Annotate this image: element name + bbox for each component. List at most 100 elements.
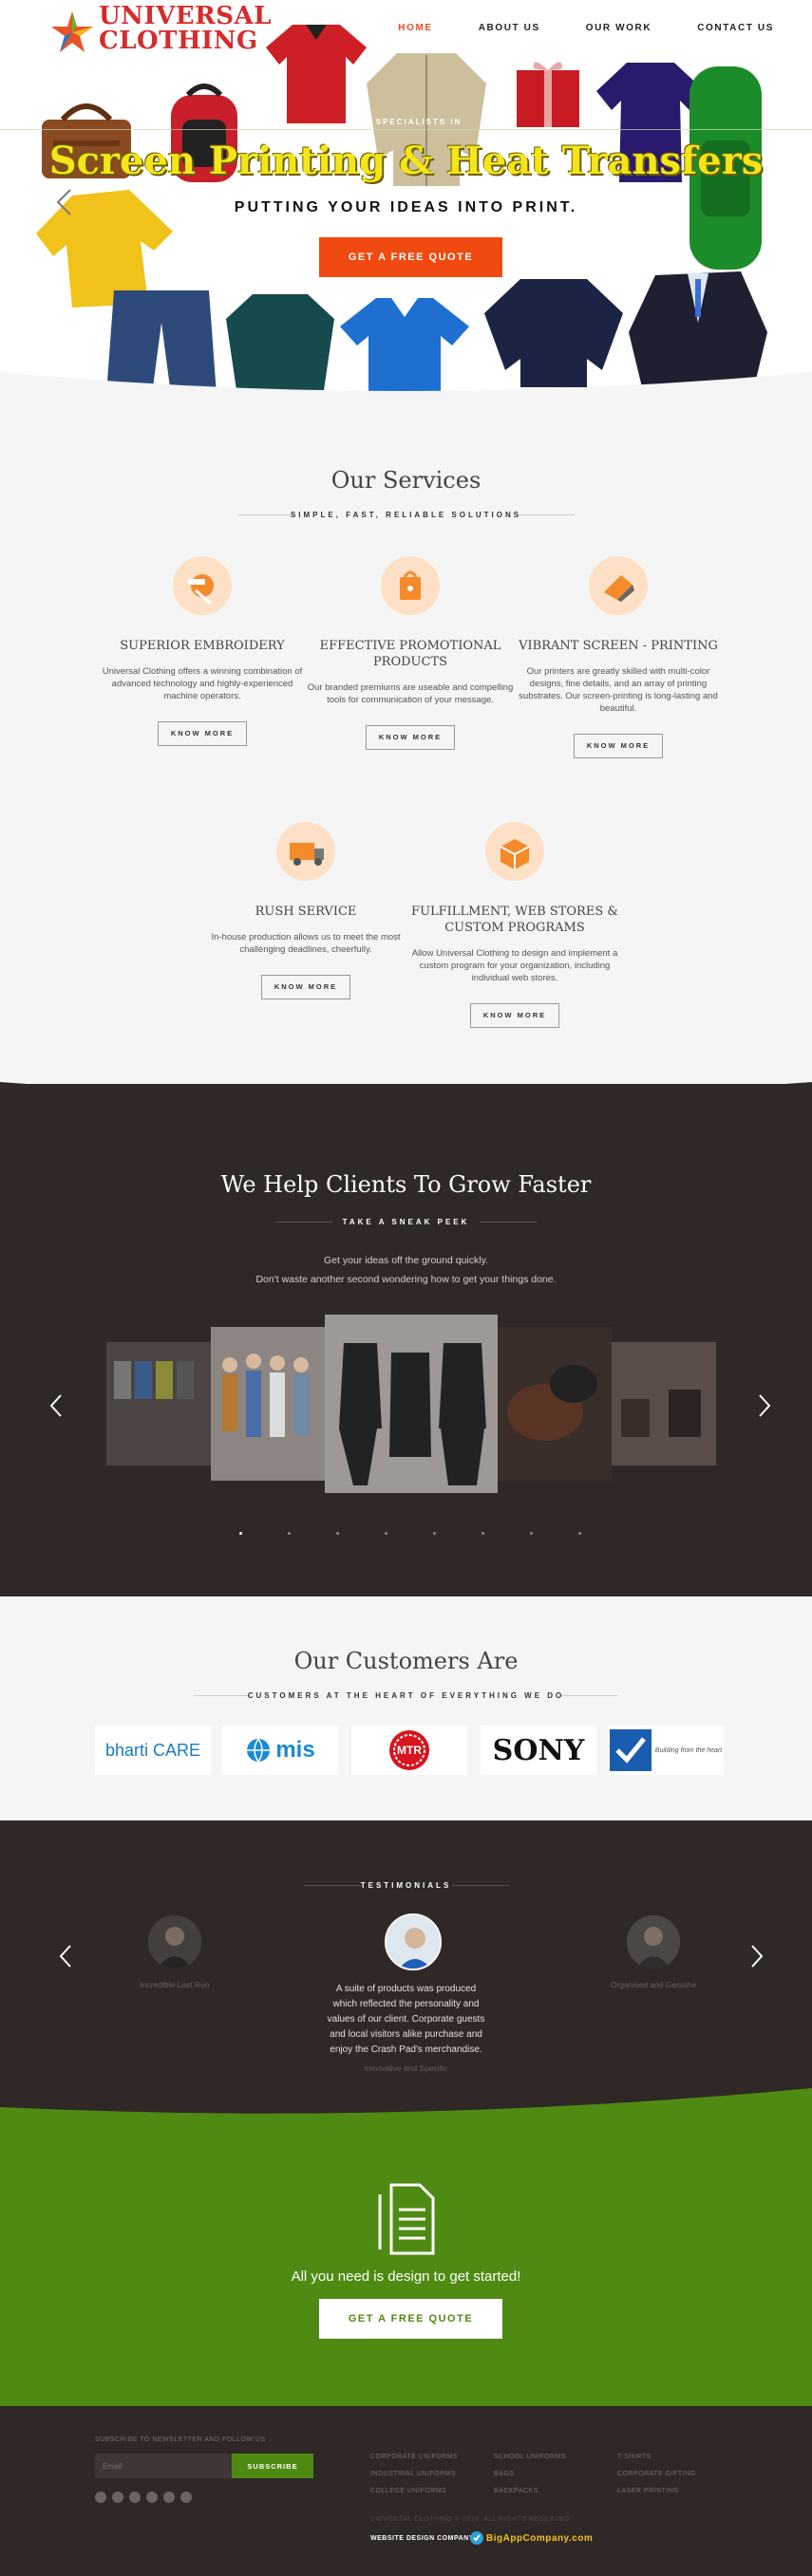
clients-desc-1: Get your ideas off the ground quickly. — [324, 1255, 488, 1266]
cta-section: All you need is design to get started! G… — [0, 2088, 812, 2406]
footer-link[interactable]: INDUSTRIAL UNIFORMS — [370, 2471, 456, 2477]
embroidery-icon — [173, 556, 232, 615]
section-divider-wedge — [0, 2088, 812, 2114]
service-card: RUSH SERVICE In-house production allows … — [201, 822, 410, 999]
building-logo-text: Building from the heart — [654, 1746, 723, 1754]
email-icon[interactable] — [180, 2492, 192, 2503]
email-field[interactable] — [95, 2454, 232, 2478]
checkmark-logo-icon — [609, 1729, 651, 1771]
luggage-gallery-image[interactable] — [612, 1342, 716, 1465]
tshirts-gallery-image[interactable] — [106, 1342, 211, 1465]
copyright: UNIVERSAL CLOTHING © 2016. ALL RIGHTS RE… — [370, 2516, 570, 2523]
know-more-button[interactable]: KNOW MORE — [158, 721, 247, 746]
testimonial-side-name: Incredible Last Run — [140, 1980, 210, 1989]
clients-section: We Help Clients To Grow Faster TAKE A SN… — [0, 1084, 812, 1596]
document-icon — [378, 2183, 435, 2255]
know-more-button[interactable]: KNOW MORE — [261, 975, 350, 999]
globe-icon — [247, 1738, 271, 1763]
newsletter-label: SUBSCRIBE TO NEWSLETTER AND FOLLOW US — [95, 2436, 266, 2443]
footer-link[interactable]: SCHOOL UNIFORMS — [494, 2454, 566, 2460]
truck-icon — [276, 822, 335, 881]
bharti-care-logo-text: bharti CARE — [104, 1740, 201, 1760]
service-card: EFFECTIVE PROMOTIONAL PRODUCTS Our brand… — [306, 556, 515, 750]
subscribe-button[interactable]: SUBSCRIBE — [232, 2454, 313, 2478]
slider-dot[interactable] — [530, 1532, 533, 1535]
footer-link[interactable]: LASER PRINTING — [617, 2488, 679, 2494]
twitter-icon[interactable] — [112, 2492, 123, 2503]
clients-subtitle: TAKE A SNEAK PEEK — [342, 1218, 470, 1226]
nav-home[interactable]: HOME — [398, 23, 432, 33]
suit-image — [629, 271, 767, 387]
customers-subtitle: CUSTOMERS AT THE HEART OF EVERYTHING WE … — [247, 1691, 565, 1700]
cta-quote-button[interactable]: GET A FREE QUOTE — [319, 2299, 502, 2339]
pinterest-icon[interactable] — [129, 2492, 141, 2503]
footer-link[interactable]: T-SHIRTS — [617, 2454, 651, 2460]
slider-dots — [239, 1532, 581, 1535]
facebook-icon[interactable] — [95, 2492, 106, 2503]
footer-link[interactable]: BAGS — [494, 2471, 514, 2477]
footer-link[interactable]: CORPORATE UNIFORMS — [370, 2454, 458, 2460]
customers-section: Our Customers Are CUSTOMERS AT THE HEART… — [0, 1596, 812, 1824]
know-more-button[interactable]: KNOW MORE — [574, 734, 663, 758]
slider-dot[interactable] — [288, 1532, 291, 1535]
hero-section: UNIVERSAL CLOTHING HOME ABOUT US OUR WOR… — [0, 0, 812, 399]
skype-icon[interactable] — [163, 2492, 175, 2503]
know-more-button[interactable]: KNOW MORE — [366, 725, 455, 750]
service-title: VIBRANT SCREEN - PRINTING — [519, 639, 718, 653]
services-title: Our Services — [330, 467, 482, 494]
nav-our-work[interactable]: OUR WORK — [586, 23, 651, 33]
chevron-left-icon[interactable] — [55, 188, 72, 216]
hero-subtitle: PUTTING YOUR IDEAS INTO PRINT. — [234, 199, 578, 215]
customers-title: Our Customers Are — [293, 1648, 519, 1674]
footer-link[interactable]: CORPORATE GIFTING — [617, 2471, 696, 2477]
service-card: FULFILLMENT, WEB STORES & CUSTOM PROGRAM… — [410, 822, 619, 1028]
cta-text: All you need is design to get started! — [291, 2268, 521, 2285]
slider-dot[interactable] — [385, 1532, 387, 1535]
service-title: EFFECTIVE PROMOTIONAL PRODUCTS — [319, 639, 501, 669]
nav-contact-us[interactable]: CONTACT US — [697, 23, 774, 33]
service-title: FULFILLMENT, WEB STORES & CUSTOM PROGRAM… — [411, 905, 618, 935]
sony-logo: SONY — [481, 1726, 596, 1775]
know-more-button[interactable]: KNOW MORE — [470, 1003, 559, 1028]
slider-dot[interactable] — [239, 1532, 242, 1535]
linkedin-icon[interactable] — [146, 2492, 158, 2503]
hero-quote-button[interactable]: GET A FREE QUOTE — [319, 237, 502, 277]
uniforms-gallery-image[interactable] — [325, 1315, 498, 1493]
logo-line-1: UNIVERSAL — [99, 2, 272, 30]
nav-about-us[interactable]: ABOUT US — [479, 23, 540, 33]
service-text: In-house production allows us to meet th… — [211, 932, 401, 955]
testimonial-author: Innovative and Specific — [364, 2063, 448, 2073]
testimonials-heading: TESTIMONIALS — [360, 1881, 452, 1890]
slider-dot[interactable] — [482, 1532, 484, 1535]
box-icon — [485, 822, 544, 881]
eraser-icon — [589, 556, 648, 615]
hero-divider — [0, 129, 812, 130]
main-nav: HOME ABOUT US OUR WORK CONTACT US — [398, 23, 774, 33]
testimonial-side-name: Organised and Genuine — [610, 1980, 697, 1989]
footer-link[interactable]: BACKPACKS — [494, 2488, 538, 2494]
credit-label: WEBSITE DESIGN COMPANY — [370, 2535, 474, 2542]
logo[interactable]: UNIVERSAL CLOTHING — [49, 4, 277, 57]
chevron-right-icon[interactable] — [750, 1944, 764, 1969]
chevron-left-icon[interactable] — [49, 1393, 63, 1418]
chevron-right-icon[interactable] — [758, 1393, 771, 1418]
hero-title: Screen Printing & Heat Transfers — [48, 139, 764, 183]
hero-kicker: ARE SPECIALISTS IN — [349, 118, 463, 126]
service-card: SUPERIOR EMBROIDERY Universal Clothing o… — [98, 556, 307, 746]
chevron-left-icon[interactable] — [59, 1944, 72, 1969]
footer-link[interactable]: COLLEGE UNIFORMS — [370, 2488, 446, 2494]
services-section: Our Services SIMPLE, FAST, RELIABLE SOLU… — [0, 399, 812, 1082]
mtr-logo-text: MTR — [397, 1744, 422, 1757]
workers-gallery-image[interactable] — [211, 1327, 325, 1481]
credit-brand[interactable]: BigAppCompany.com — [486, 2533, 593, 2544]
slider-dot[interactable] — [433, 1532, 436, 1535]
slider-dot[interactable] — [578, 1532, 581, 1535]
slider-dot[interactable] — [336, 1532, 339, 1535]
avatar[interactable] — [148, 1915, 201, 1969]
mtr-logo: MTR — [351, 1726, 467, 1775]
avatar[interactable] — [627, 1915, 680, 1969]
avatar[interactable] — [385, 1913, 442, 1970]
red-shirt-image — [266, 25, 367, 123]
service-text: Our branded premiums are useable and com… — [307, 682, 514, 705]
bags-gallery-image[interactable] — [498, 1327, 612, 1481]
